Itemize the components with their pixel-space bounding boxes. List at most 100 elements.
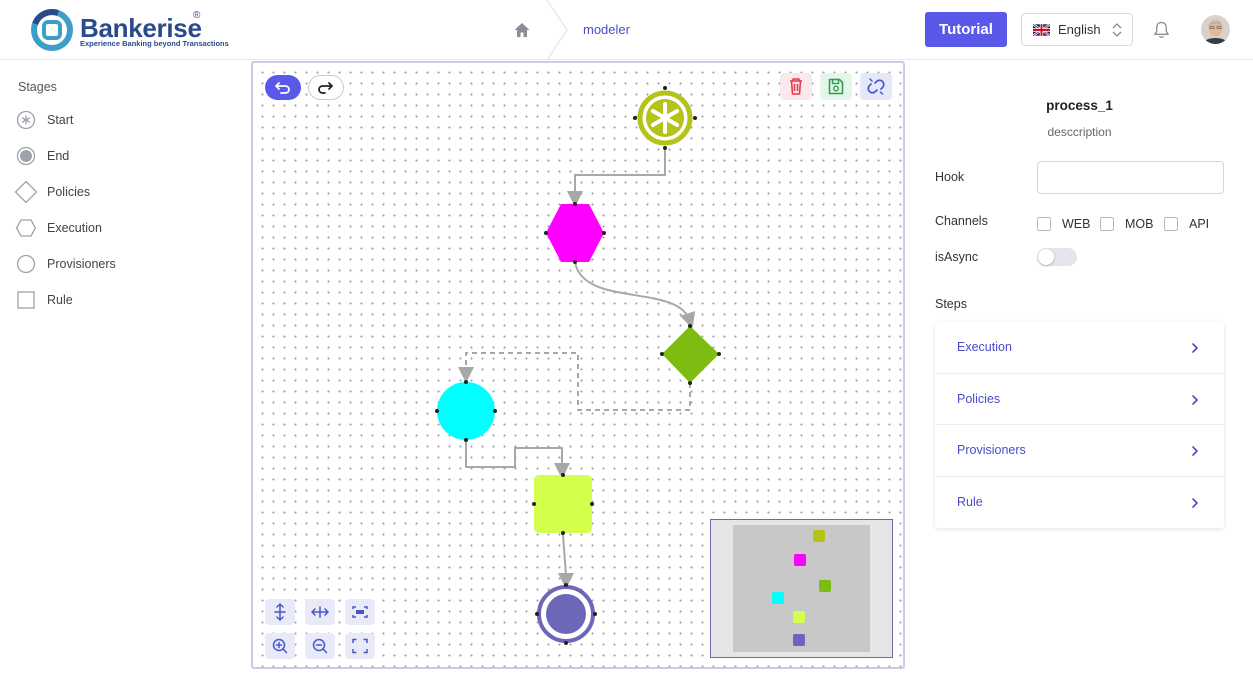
stage-start[interactable]: Start — [14, 108, 214, 134]
stage-execution[interactable]: Execution — [14, 216, 214, 242]
step-label: Provisioners — [957, 443, 1026, 457]
checkbox-label: API — [1189, 217, 1210, 231]
fit-vertical-icon — [274, 603, 286, 621]
checkbox-label: WEB — [1062, 217, 1091, 231]
chevron-right-icon — [1192, 497, 1198, 508]
edge-policy-to-provisioner — [458, 352, 691, 411]
is-async-toggle[interactable] — [1037, 248, 1077, 266]
edge-rule-to-end — [557, 533, 574, 589]
checkbox-box[interactable] — [1100, 217, 1114, 231]
step-label: Policies — [957, 391, 1001, 406]
select-caret-icon — [1112, 23, 1122, 37]
is-async-label: isAsync — [935, 250, 979, 264]
minimap[interactable] — [710, 519, 893, 658]
stage-label: Start — [47, 113, 74, 127]
provisioner-node[interactable] — [435, 380, 497, 442]
stage-end[interactable]: End — [14, 144, 214, 170]
zoom-out-icon — [312, 638, 328, 654]
step-label: Rule — [957, 494, 983, 509]
minimap-rule — [793, 611, 805, 623]
bankerise-logo[interactable]: Bankerise ® Experience Banking beyond Tr… — [30, 8, 230, 52]
logo-mark-icon — [31, 9, 73, 51]
stages-title: Stages — [18, 80, 57, 94]
process-name: process_1 — [1046, 98, 1113, 113]
end-node[interactable] — [535, 583, 597, 645]
zoom-in-button[interactable] — [265, 633, 295, 659]
stage-policies[interactable]: Policies — [14, 180, 214, 206]
hook-input[interactable] — [1037, 161, 1224, 194]
properties-panel: process_1 desccription Hook Channels WEB… — [912, 60, 1253, 677]
home-icon[interactable] — [513, 21, 531, 39]
steps-title: Steps — [935, 297, 967, 311]
undo-icon — [275, 82, 290, 94]
registered-mark: ® — [193, 10, 201, 21]
redo-icon — [318, 82, 333, 94]
execution-node[interactable] — [544, 202, 606, 264]
language-select[interactable]: English — [1021, 13, 1133, 46]
stage-provisioners[interactable]: Provisioners — [14, 252, 214, 278]
unlink-button[interactable] — [860, 73, 892, 100]
redo-button[interactable] — [308, 75, 344, 100]
save-button[interactable] — [820, 73, 852, 100]
diamond-icon — [14, 180, 38, 204]
user-avatar[interactable] — [1201, 15, 1230, 44]
stage-label: Execution — [47, 221, 102, 235]
edge-provisioner-to-rule — [465, 440, 570, 479]
tutorial-button[interactable]: Tutorial — [925, 12, 1007, 47]
save-icon — [828, 78, 844, 95]
undo-button[interactable] — [265, 75, 301, 100]
breadcrumb-separator — [546, 0, 568, 60]
checkbox-label: MOB — [1125, 217, 1154, 231]
step-label: Execution — [957, 340, 1012, 354]
channel-api-checkbox[interactable]: API — [1164, 216, 1214, 232]
checkbox-box[interactable] — [1037, 217, 1051, 231]
chevron-right-icon — [1192, 446, 1198, 456]
fit-horizontal-button[interactable] — [305, 599, 335, 625]
trash-icon — [790, 78, 802, 95]
zoom-out-button[interactable] — [305, 633, 335, 659]
modeler-canvas[interactable] — [251, 61, 905, 669]
stage-label: End — [47, 149, 70, 163]
fullscreen-icon — [352, 638, 368, 654]
asterisk-circle-icon — [16, 110, 36, 130]
toggle-knob — [1038, 249, 1054, 265]
step-item-execution[interactable]: Execution — [935, 322, 1224, 374]
breadcrumb-current[interactable]: modeler — [583, 22, 630, 37]
channel-mob-checkbox[interactable]: MOB — [1100, 216, 1162, 232]
language-value: English — [1058, 22, 1101, 37]
checkbox-box[interactable] — [1164, 217, 1178, 231]
step-item-policies[interactable]: Policies — [935, 374, 1224, 425]
fullscreen-button[interactable] — [345, 633, 375, 659]
minimap-execution — [794, 554, 806, 566]
steps-list: Execution Policies Provisioners Rule — [935, 322, 1224, 528]
brand-tagline: Experience Banking beyond Transactions — [80, 39, 229, 48]
start-node[interactable] — [633, 86, 697, 150]
channel-web-checkbox[interactable]: WEB — [1037, 216, 1097, 232]
fit-vertical-button[interactable] — [265, 599, 295, 625]
hook-label: Hook — [935, 170, 965, 184]
edge-start-to-execution — [567, 149, 666, 207]
notification-bell-icon[interactable] — [1152, 20, 1171, 40]
rule-node[interactable] — [532, 473, 594, 535]
stage-label: Rule — [47, 293, 73, 307]
minimap-start — [813, 530, 825, 542]
channels-label: Channels — [935, 214, 988, 228]
top-bar: Bankerise ® Experience Banking beyond Tr… — [0, 0, 1253, 60]
stages-panel: Stages Start End Policies Execution Prov… — [0, 60, 245, 677]
square-icon — [17, 291, 35, 309]
chevron-right-icon — [1192, 394, 1198, 405]
delete-button[interactable] — [780, 73, 812, 100]
fit-screen-button[interactable] — [345, 599, 375, 625]
minimap-nodes — [772, 530, 831, 646]
unlink-icon — [867, 78, 885, 95]
step-item-provisioners[interactable]: Provisioners — [935, 425, 1224, 477]
policy-node[interactable] — [660, 324, 721, 385]
minimap-policy — [819, 580, 831, 592]
step-item-rule[interactable]: Rule — [935, 477, 1224, 529]
chevron-right-icon — [1192, 343, 1198, 353]
stage-rule[interactable]: Rule — [14, 288, 214, 314]
circle-icon — [16, 254, 36, 274]
stage-label: Policies — [47, 185, 91, 199]
fit-screen-icon — [352, 606, 368, 618]
fit-horizontal-icon — [311, 606, 329, 618]
